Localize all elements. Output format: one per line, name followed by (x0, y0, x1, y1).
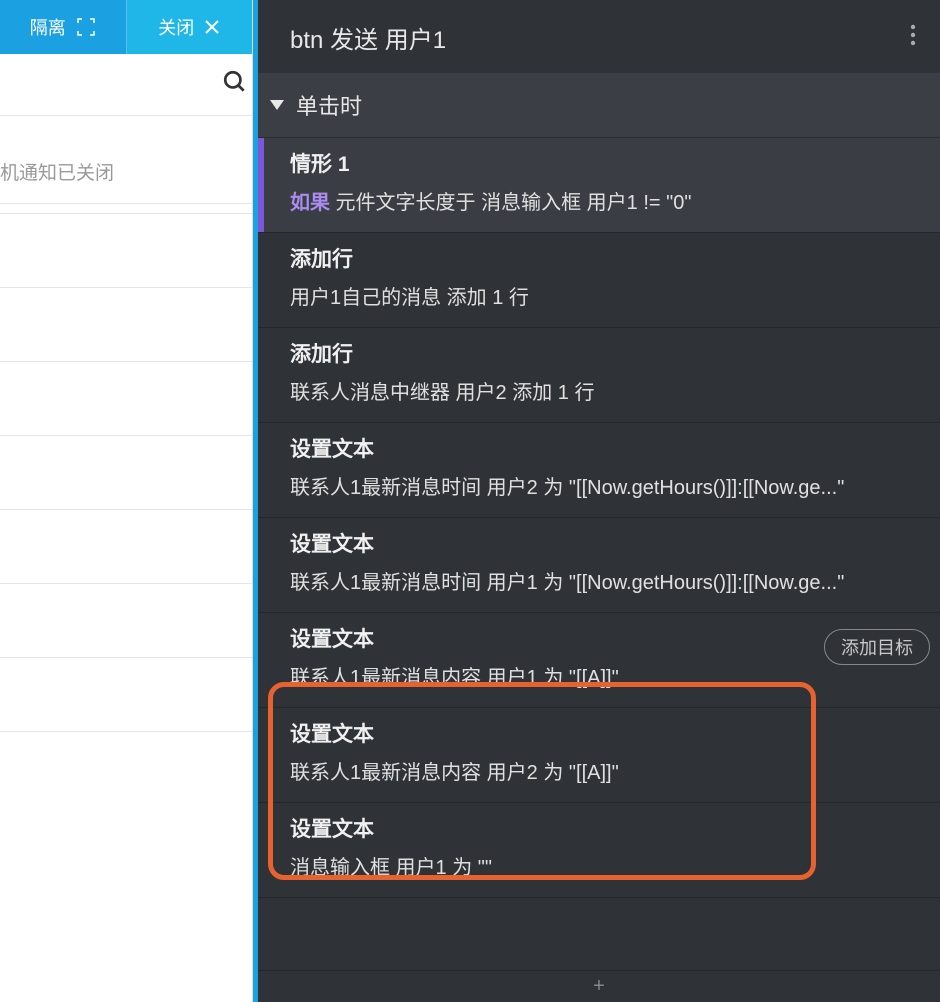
left-panel: 隔离 关闭 机通知已关闭 (0, 0, 253, 1002)
action-item[interactable]: 设置文本 联系人1最新消息时间 用户1 为 "[[Now.getHours()]… (258, 518, 940, 613)
chevron-down-icon (270, 100, 284, 110)
tab-close-label: 关闭 (158, 14, 194, 40)
action-item[interactable]: 设置文本 联系人1最新消息时间 用户2 为 "[[Now.getHours()]… (258, 423, 940, 518)
tab-close[interactable]: 关闭 (127, 0, 253, 54)
list-item (0, 288, 252, 362)
add-target-button[interactable]: 添加目标 (824, 629, 930, 665)
plus-icon: + (593, 975, 605, 997)
add-action-button[interactable]: + (258, 970, 940, 1002)
action-detail: 用户1自己的消息 添加 1 行 (290, 283, 920, 313)
actions-list: 情形 1 如果 元件文字长度于 消息输入框 用户1 != "0" 添加行 用户1… (258, 138, 940, 970)
action-detail: 消息输入框 用户1 为 "" (290, 853, 920, 883)
tab-isolate[interactable]: 隔离 (0, 0, 127, 54)
list-item (0, 584, 252, 658)
list-item (0, 362, 252, 436)
panel-header: btn 发送 用户1 (258, 0, 940, 73)
accent-strip (253, 0, 258, 1002)
event-header[interactable]: 单击时 (258, 73, 940, 138)
more-menu[interactable] (910, 24, 916, 51)
if-keyword: 如果 (290, 192, 330, 214)
case-indicator (258, 138, 264, 232)
notification-text: 机通知已关闭 (0, 163, 114, 184)
action-title: 设置文本 (290, 528, 920, 558)
action-detail: 联系人1最新消息时间 用户2 为 "[[Now.getHours()]]:[[N… (290, 473, 920, 503)
event-label: 单击时 (296, 89, 362, 121)
case-title: 情形 1 (290, 148, 920, 178)
panel-title: btn 发送 用户1 (290, 20, 446, 55)
tabs-bar: 隔离 关闭 (0, 0, 252, 54)
action-title: 添加行 (290, 243, 920, 273)
action-item[interactable]: 添加目标 设置文本 联系人1最新消息内容 用户1 为 "[[A]]" (258, 613, 940, 708)
action-detail: 联系人1最新消息时间 用户1 为 "[[Now.getHours()]]:[[N… (290, 568, 920, 598)
action-detail: 联系人1最新消息内容 用户2 为 "[[A]]" (290, 758, 920, 788)
action-item[interactable]: 设置文本 消息输入框 用户1 为 "" (258, 803, 940, 898)
list-item (0, 510, 252, 584)
action-title: 设置文本 (290, 718, 920, 748)
action-title: 添加行 (290, 338, 920, 368)
list-item (0, 204, 252, 214)
action-title: 设置文本 (290, 813, 920, 843)
case-block[interactable]: 情形 1 如果 元件文字长度于 消息输入框 用户1 != "0" (258, 138, 940, 233)
focus-icon (76, 17, 96, 37)
action-detail: 联系人消息中继器 用户2 添加 1 行 (290, 378, 920, 408)
tab-isolate-label: 隔离 (30, 14, 66, 40)
action-item[interactable]: 设置文本 联系人1最新消息内容 用户2 为 "[[A]]" (258, 708, 940, 803)
action-detail: 联系人1最新消息内容 用户1 为 "[[A]]" (290, 663, 920, 693)
action-item[interactable]: 添加行 联系人消息中继器 用户2 添加 1 行 (258, 328, 940, 423)
notification-row: 机通知已关闭 (0, 116, 252, 204)
close-icon (204, 19, 220, 35)
search-row (0, 54, 252, 116)
list-item (0, 658, 252, 732)
add-target-label: 添加目标 (841, 638, 913, 658)
list-item (0, 214, 252, 288)
action-title: 设置文本 (290, 433, 920, 463)
interactions-panel: btn 发送 用户1 单击时 情形 1 如果 元件文字长度于 消息输入框 用户1… (253, 0, 940, 1002)
condition-text: 元件文字长度于 消息输入框 用户1 != "0" (330, 192, 691, 214)
list-item (0, 436, 252, 510)
action-item[interactable]: 添加行 用户1自己的消息 添加 1 行 (258, 233, 940, 328)
case-condition: 如果 元件文字长度于 消息输入框 用户1 != "0" (290, 188, 920, 218)
search-icon[interactable] (222, 69, 248, 100)
